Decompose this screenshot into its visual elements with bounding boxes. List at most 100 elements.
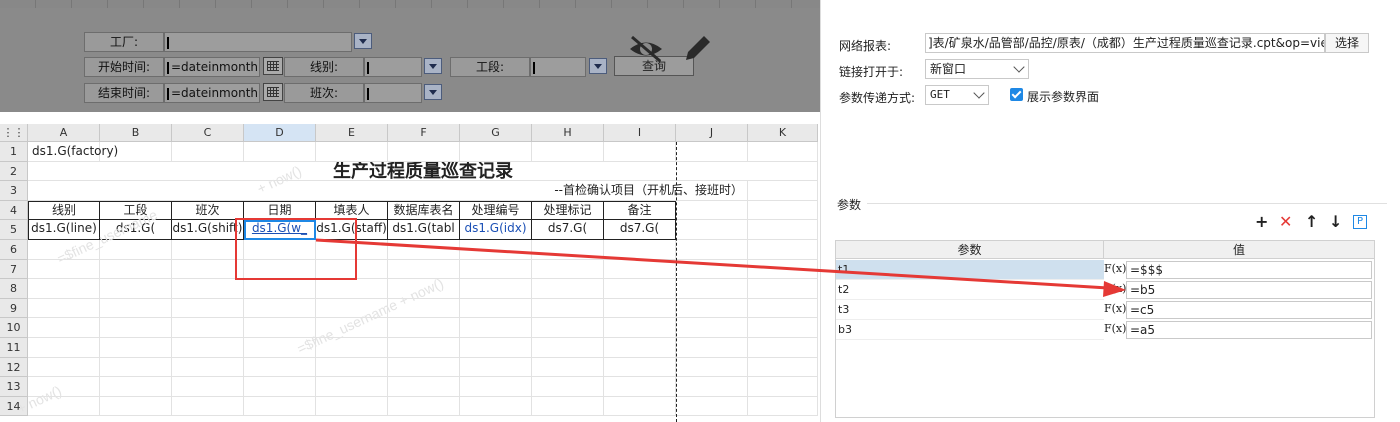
row-header-4[interactable]: 4 [0, 200, 28, 221]
cell-h12[interactable] [532, 357, 604, 378]
data-cell[interactable]: ds1.G(idx) [460, 220, 532, 240]
cell-c8[interactable] [172, 279, 244, 299]
cell-a6[interactable] [28, 240, 100, 260]
cell-d12[interactable] [244, 357, 316, 378]
cell-f12[interactable] [388, 357, 460, 378]
calendar-icon[interactable] [263, 83, 283, 101]
column-header-b[interactable]: B [100, 124, 172, 142]
section-dropdown-icon[interactable] [589, 58, 607, 74]
cell-b13[interactable] [100, 377, 172, 397]
line-dropdown-icon[interactable] [424, 58, 442, 74]
show-params-checkbox[interactable] [1010, 88, 1023, 101]
cell-k8[interactable] [748, 279, 818, 299]
table-header-cell[interactable]: 日期 [244, 200, 316, 221]
report-subtitle[interactable]: --首检确认项目（开机后、接班时） [29, 181, 747, 200]
cell-e12[interactable] [316, 357, 388, 378]
cell-a7[interactable] [28, 259, 100, 280]
cell-j1[interactable] [676, 142, 748, 162]
cell-d13[interactable] [244, 377, 316, 397]
param-row[interactable]: t1 F(x) =$$$ [836, 260, 1374, 280]
cell-e10[interactable] [316, 318, 388, 338]
data-cell[interactable]: ds7.G( [604, 220, 676, 240]
cell-a13[interactable] [28, 377, 100, 397]
cell-g6[interactable] [460, 240, 532, 260]
cell-b11[interactable] [100, 338, 172, 358]
end-time-input[interactable]: =dateinmonth(to [164, 83, 260, 103]
cell-h11[interactable] [532, 338, 604, 358]
table-header-cell[interactable]: 填表人 [316, 200, 388, 221]
cell-a9[interactable] [28, 298, 100, 319]
cell-e14[interactable] [316, 396, 388, 417]
table-header-cell[interactable]: 线别 [28, 200, 100, 221]
shift-input[interactable] [364, 83, 422, 103]
row-header-9[interactable]: 9 [0, 298, 28, 319]
cell-j9[interactable] [676, 298, 748, 319]
eye-hidden-icon[interactable] [626, 34, 666, 64]
cell-k13[interactable] [748, 377, 818, 397]
cell-i8[interactable] [604, 279, 676, 299]
row-header-8[interactable]: 8 [0, 279, 28, 299]
report-title[interactable]: 生产过程质量巡查记录 [29, 161, 817, 181]
cell-g11[interactable] [460, 338, 532, 358]
cell-c14[interactable] [172, 396, 244, 417]
cell-k6[interactable] [748, 240, 818, 260]
param-name[interactable]: t3 [836, 300, 1104, 320]
cell-i12[interactable] [604, 357, 676, 378]
cell-f14[interactable] [388, 396, 460, 417]
cell-k14[interactable] [748, 396, 818, 417]
param-value-input[interactable]: =c5 [1126, 301, 1372, 319]
cell-g14[interactable] [460, 396, 532, 417]
row-header-5[interactable]: 5 [0, 220, 28, 240]
cell-b14[interactable] [100, 396, 172, 417]
cell-i10[interactable] [604, 318, 676, 338]
report-path-input[interactable]: ]表/矿泉水/品管部/品控/原表/（成都）生产过程质量巡查记录.cpt&op=v… [925, 33, 1325, 53]
cell-g13[interactable] [460, 377, 532, 397]
cell-e9[interactable] [316, 298, 388, 319]
choose-button[interactable]: 选择 [1325, 33, 1369, 53]
cell-j6[interactable] [676, 240, 748, 260]
parameter-p-icon[interactable]: P [1353, 215, 1367, 229]
cell-f13[interactable] [388, 377, 460, 397]
row-header-10[interactable]: 10 [0, 318, 28, 338]
cell-f9[interactable] [388, 298, 460, 319]
column-header-f[interactable]: F [388, 124, 460, 142]
row-header-14[interactable]: 14 [0, 396, 28, 417]
cell-i14[interactable] [604, 396, 676, 417]
cell-f10[interactable] [388, 318, 460, 338]
cell-d14[interactable] [244, 396, 316, 417]
cell-c10[interactable] [172, 318, 244, 338]
cell-k9[interactable] [748, 298, 818, 319]
cell-k3[interactable] [748, 181, 818, 201]
add-icon[interactable]: + [1255, 212, 1268, 231]
shift-dropdown-icon[interactable] [424, 84, 442, 100]
cell-f7[interactable] [388, 259, 460, 280]
move-down-icon[interactable]: ↓ [1329, 212, 1342, 231]
param-name[interactable]: b3 [836, 320, 1104, 340]
table-header-cell[interactable]: 数据库表名 [388, 200, 460, 221]
param-name[interactable]: t2 [836, 280, 1104, 300]
cell-h6[interactable] [532, 240, 604, 260]
cell-g10[interactable] [460, 318, 532, 338]
cell-j4[interactable] [676, 200, 748, 221]
row-header-2[interactable]: 2 [0, 161, 28, 182]
cell-h9[interactable] [532, 298, 604, 319]
column-header-a[interactable]: A [28, 124, 100, 142]
data-cell[interactable]: ds1.G(shift) [172, 220, 244, 240]
calendar-icon[interactable] [263, 57, 283, 75]
grid-corner[interactable]: ⋮⋮ [0, 124, 28, 142]
column-header-e[interactable]: E [316, 124, 388, 142]
param-row[interactable]: t2 F(x) =b5 [836, 280, 1374, 300]
cell-h8[interactable] [532, 279, 604, 299]
column-header-g[interactable]: G [460, 124, 532, 142]
cell-g9[interactable] [460, 298, 532, 319]
param-value-input[interactable]: =a5 [1126, 321, 1372, 339]
cell-k11[interactable] [748, 338, 818, 358]
cell-e6[interactable] [316, 240, 388, 260]
data-cell[interactable]: ds1.G(staff) [316, 220, 388, 240]
cell-g1[interactable] [460, 142, 532, 162]
cell-d9[interactable] [244, 298, 316, 319]
cell-j11[interactable] [676, 338, 748, 358]
row-header-13[interactable]: 13 [0, 377, 28, 397]
cell-b12[interactable] [100, 357, 172, 378]
formula-fx-icon[interactable]: F(x) [1104, 260, 1126, 280]
